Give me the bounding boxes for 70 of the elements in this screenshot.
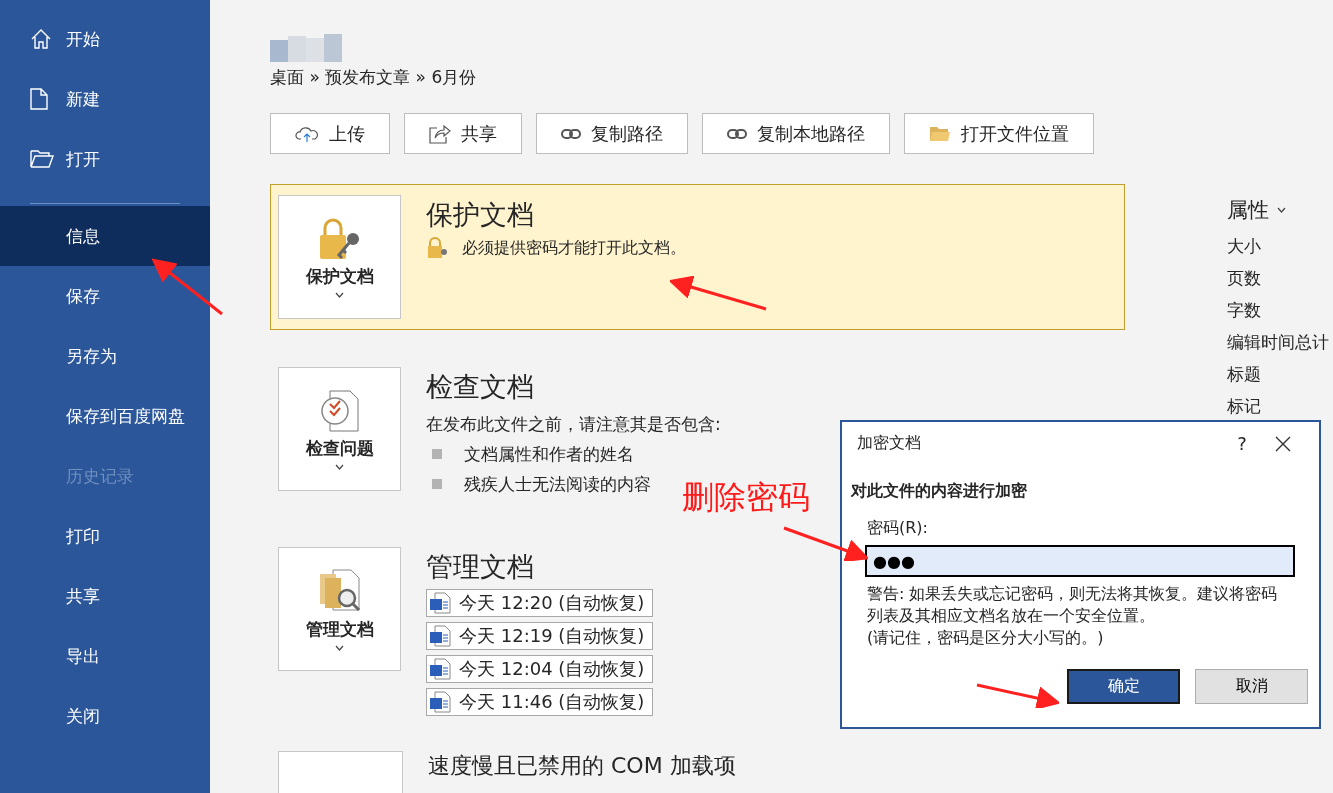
property-label: 标题 [1227, 363, 1262, 386]
bullet-text: 残疾人士无法阅读的内容 [464, 473, 651, 496]
version-link[interactable]: 今天 11:46 (自动恢复) [426, 688, 654, 716]
section-button[interactable]: 管理文档 [278, 547, 401, 671]
section-button[interactable]: 检查问题 [278, 367, 401, 491]
dialog-button[interactable]: 确定 [1067, 669, 1180, 704]
close-icon[interactable] [1275, 435, 1291, 452]
toolbar-button[interactable]: 上传 [270, 113, 390, 154]
section-title: 速度慢且已禁用的 COM 加载项 [428, 752, 736, 780]
property-label: 标记 [1227, 395, 1262, 418]
sidebar-item[interactable]: 信息 [0, 206, 210, 266]
cloud-upload-icon [295, 124, 319, 143]
sidebar-item[interactable]: 保存到百度网盘 [0, 386, 210, 446]
field-label: 密码(R): [866, 518, 929, 539]
warning-text: 警告: 如果丢失或忘记密码，则无法将其恢复。建议将密码列表及其相应文档名放在一个安全位置。 [866, 583, 1279, 627]
sidebar-item[interactable]: 另存为 [0, 326, 210, 386]
sidebar-item[interactable]: 打印 [0, 506, 210, 566]
toolbar-button[interactable]: 复制本地路径 [702, 113, 890, 154]
description-text: 在发布此文件之前，请注意其是否包含: [426, 413, 721, 436]
document-icon [30, 88, 48, 110]
annotation-text: 删除密码 [682, 477, 810, 518]
version-link[interactable]: 今天 12:20 (自动恢复) [426, 589, 654, 617]
sidebar-item[interactable]: 打开 [0, 129, 210, 189]
sidebar-item[interactable]: 导出 [0, 626, 210, 686]
property-label: 页数 [1227, 267, 1262, 290]
caret-icon [335, 644, 344, 651]
toolbar-button[interactable]: 共享 [404, 113, 522, 154]
protection-notice: 必须提供密码才能打开此文档。 [462, 237, 686, 259]
dialog-title: 加密文档 [857, 433, 922, 454]
dialog-button[interactable]: 取消 [1195, 669, 1308, 704]
property-label: 大小 [1227, 235, 1262, 258]
section-title: 检查文档 [426, 370, 535, 404]
sidebar-item[interactable]: 新建 [0, 69, 210, 129]
word-document-icon [429, 625, 451, 647]
sidebar-item[interactable]: 关闭 [0, 686, 210, 746]
home-icon [30, 28, 52, 50]
sidebar-item[interactable]: 开始 [0, 9, 210, 69]
annotation-arrow [152, 258, 224, 316]
bullet-icon [432, 479, 442, 489]
link-icon [561, 127, 581, 140]
sidebar-item[interactable]: 共享 [0, 566, 210, 626]
folder-icon [929, 124, 951, 143]
properties-heading[interactable]: 属性 [1227, 196, 1269, 224]
share-icon [429, 123, 451, 144]
word-document-icon [429, 658, 451, 680]
property-label: 编辑时间总计 [1227, 331, 1329, 354]
word-document-icon [429, 592, 451, 614]
section-title: 管理文档 [426, 550, 535, 584]
toolbar-button[interactable]: 复制路径 [536, 113, 688, 154]
toolbar-button[interactable]: 打开文件位置 [904, 113, 1094, 154]
caret-icon [335, 291, 344, 298]
breadcrumb: 桌面 » 预发布文章 » 6月份 [270, 66, 478, 89]
version-link[interactable]: 今天 12:04 (自动恢复) [426, 655, 654, 683]
folder-icon [30, 149, 54, 169]
word-document-icon [429, 691, 451, 713]
link-icon [727, 127, 747, 140]
lock-icon [426, 237, 448, 259]
section-title: 保护文档 [426, 198, 535, 232]
section-button[interactable]: 保护文档 [278, 195, 401, 319]
caret-icon [1277, 207, 1286, 213]
property-label: 字数 [1227, 299, 1262, 322]
note-text: (请记住，密码是区分大小写的。) [866, 627, 1105, 649]
sidebar-item[interactable]: 保存 [0, 266, 210, 326]
bullet-icon [432, 449, 442, 459]
version-link[interactable]: 今天 12:19 (自动恢复) [426, 622, 654, 650]
password-field[interactable]: ●●● [865, 545, 1295, 577]
caret-icon [335, 463, 344, 470]
bullet-text: 文档属性和作者的姓名 [464, 443, 634, 466]
dialog-heading: 对此文件的内容进行加密 [851, 481, 1028, 502]
help-button[interactable]: ? [1219, 433, 1265, 454]
